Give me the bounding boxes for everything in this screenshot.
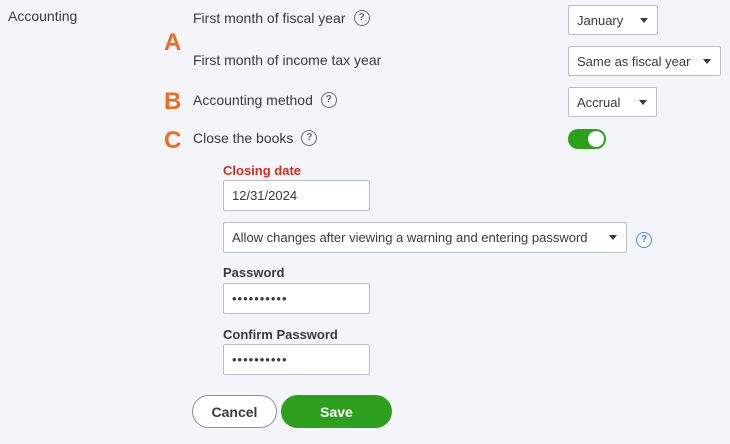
password-input[interactable]: ••••••••••: [223, 283, 370, 314]
help-icon[interactable]: ?: [320, 92, 337, 108]
close-policy-help[interactable]: ?: [636, 229, 652, 248]
confirm-password-value: ••••••••••: [232, 352, 288, 367]
help-icon[interactable]: ?: [636, 232, 652, 248]
toggle-knob: [588, 131, 604, 147]
marker-a: A: [164, 29, 182, 56]
save-button[interactable]: Save: [281, 395, 392, 428]
help-icon[interactable]: ?: [353, 10, 370, 26]
confirm-password-input[interactable]: ••••••••••: [223, 344, 370, 375]
close-books-row: Close the books ?: [193, 130, 318, 146]
fiscal-year-select[interactable]: January: [568, 5, 658, 35]
accounting-method-row: Accounting method ?: [193, 92, 337, 108]
marker-c: C: [164, 127, 182, 154]
section-title: Accounting: [8, 8, 78, 24]
confirm-password-label: Confirm Password: [223, 327, 338, 342]
income-tax-year-value: Same as fiscal year: [577, 53, 691, 69]
password-value: ••••••••••: [232, 291, 288, 306]
password-label: Password: [223, 265, 285, 280]
fiscal-year-value: January: [577, 12, 624, 28]
income-tax-year-select[interactable]: Same as fiscal year: [568, 46, 721, 76]
accounting-method-label: Accounting method: [193, 92, 313, 108]
close-books-label: Close the books: [193, 130, 294, 146]
caret-down-icon: [640, 17, 648, 23]
cancel-button[interactable]: Cancel: [192, 395, 277, 428]
caret-down-icon: [609, 235, 617, 240]
help-icon[interactable]: ?: [301, 130, 318, 146]
income-tax-year-label: First month of income tax year: [193, 52, 382, 68]
close-books-toggle[interactable]: [568, 129, 606, 149]
closing-date-value: 12/31/2024: [232, 188, 298, 203]
fiscal-year-label: First month of fiscal year: [193, 10, 346, 26]
accounting-method-select[interactable]: Accrual: [568, 87, 657, 117]
income-tax-year-row: First month of income tax year: [193, 52, 381, 68]
close-policy-value: Allow changes after viewing a warning an…: [232, 230, 588, 245]
accounting-method-value: Accrual: [577, 94, 621, 110]
caret-down-icon: [639, 99, 647, 105]
close-policy-select[interactable]: Allow changes after viewing a warning an…: [223, 222, 627, 253]
closing-date-label: Closing date: [223, 163, 302, 178]
closing-date-input[interactable]: 12/31/2024: [223, 180, 370, 211]
caret-down-icon: [703, 58, 711, 64]
fiscal-year-row: First month of fiscal year ?: [193, 10, 370, 26]
marker-b: B: [164, 88, 182, 115]
